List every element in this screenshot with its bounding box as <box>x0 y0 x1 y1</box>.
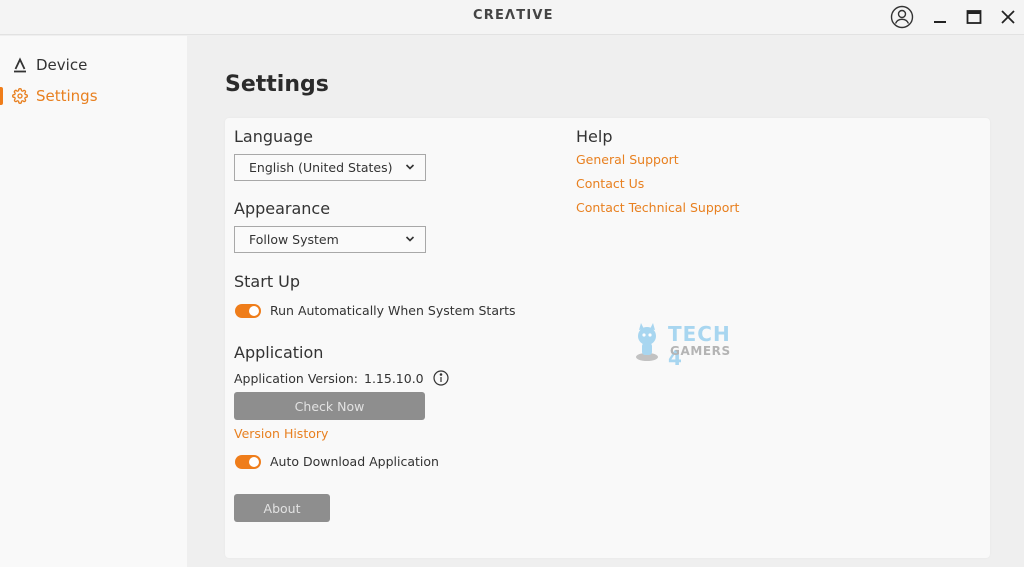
minimize-button[interactable] <box>927 4 953 30</box>
contact-us-link[interactable]: Contact Us <box>576 176 644 191</box>
active-indicator <box>0 87 3 105</box>
tech4gamers-watermark: TECH 4 GAMERS <box>632 322 752 370</box>
mascot-icon <box>636 323 658 361</box>
language-heading: Language <box>234 127 313 146</box>
application-version-value: 1.15.10.0 <box>364 370 424 386</box>
check-now-button[interactable]: Check Now <box>234 392 425 420</box>
sidebar-item-device[interactable]: Device <box>0 52 187 78</box>
page-title: Settings <box>225 72 329 97</box>
close-icon <box>1001 10 1015 24</box>
appearance-selected-value: Follow System <box>249 232 339 247</box>
sidebar-item-label: Settings <box>36 87 98 105</box>
application-version-label: Application Version: <box>234 370 358 386</box>
run-automatically-toggle[interactable] <box>235 303 261 318</box>
general-support-link[interactable]: General Support <box>576 152 679 167</box>
auto-download-toggle[interactable] <box>235 454 261 469</box>
version-history-link[interactable]: Version History <box>234 426 328 441</box>
appearance-heading: Appearance <box>234 199 331 218</box>
auto-download-row: Auto Download Application <box>235 454 439 469</box>
sidebar-item-settings[interactable]: Settings <box>0 83 187 109</box>
contact-technical-support-link[interactable]: Contact Technical Support <box>576 200 739 215</box>
close-button[interactable] <box>995 4 1021 30</box>
application-heading: Application <box>234 343 324 362</box>
creative-logo: CREΛTIVE <box>473 8 554 23</box>
run-automatically-row: Run Automatically When System Starts <box>235 303 516 318</box>
toggle-knob <box>249 456 259 467</box>
language-select[interactable]: English (United States) <box>234 154 426 181</box>
maximize-icon <box>966 10 982 24</box>
startup-heading: Start Up <box>234 272 301 291</box>
maximize-button[interactable] <box>961 4 987 30</box>
chevron-down-icon <box>405 236 415 242</box>
chevron-down-icon <box>405 164 415 170</box>
gear-icon <box>11 87 29 105</box>
account-button[interactable] <box>889 4 915 30</box>
sidebar-item-label: Device <box>36 56 88 74</box>
language-selected-value: English (United States) <box>249 160 393 175</box>
device-triangle-icon <box>11 56 29 74</box>
about-button[interactable]: About <box>234 494 330 522</box>
run-automatically-label: Run Automatically When System Starts <box>270 303 516 318</box>
watermark-line2: GAMERS <box>670 344 731 358</box>
appearance-select[interactable]: Follow System <box>234 226 426 253</box>
sidebar: Device Settings <box>0 36 187 567</box>
application-version-row: Application Version: 1.15.10.0 <box>234 370 449 386</box>
auto-download-label: Auto Download Application <box>270 454 439 469</box>
help-heading: Help <box>576 127 613 146</box>
title-bar: CREΛTIVE <box>0 0 1024 35</box>
toggle-knob <box>249 305 259 316</box>
user-circle-icon <box>890 5 914 29</box>
info-icon[interactable] <box>433 370 449 386</box>
minimize-icon <box>934 21 946 23</box>
